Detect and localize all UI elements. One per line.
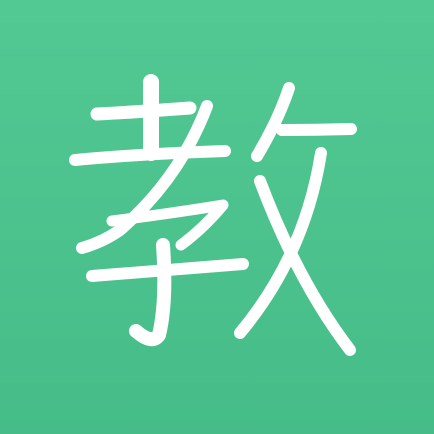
glyph-stroke [69,145,231,166]
glyph-stroke [129,238,172,347]
app-icon: 教 [0,0,434,434]
glyph-mark: 教 [0,0,434,434]
glyph-stroke [276,123,357,136]
jiao-character-icon [69,74,357,356]
glyph-stroke [251,82,295,162]
glyph-stroke [90,101,197,121]
